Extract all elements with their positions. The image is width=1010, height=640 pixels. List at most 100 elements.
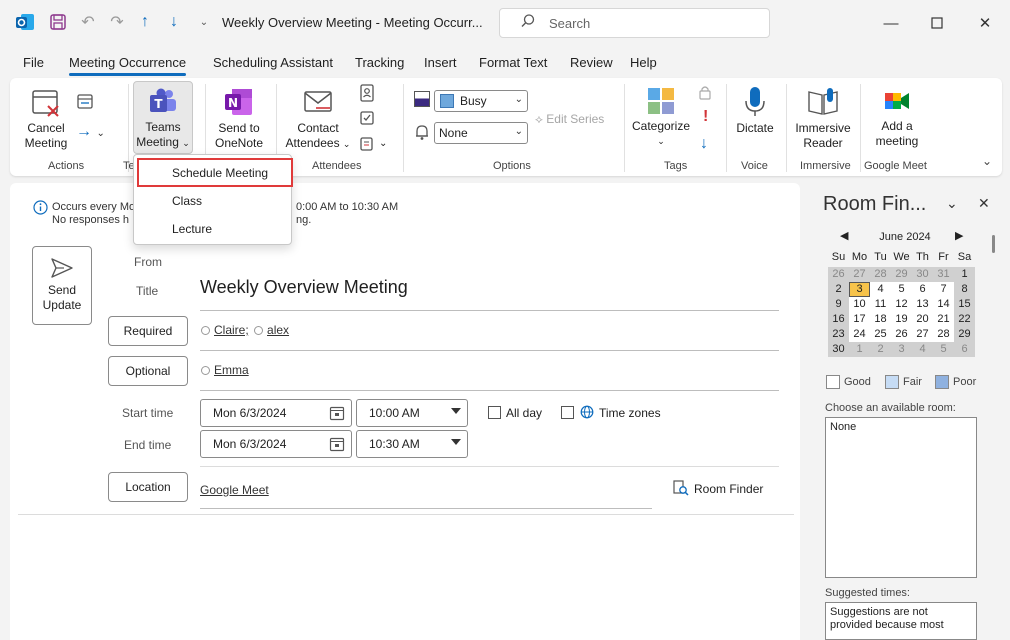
minimize-button[interactable]: — (868, 8, 914, 38)
response-options-icon[interactable]: ⌄ (359, 136, 387, 155)
redo-icon[interactable]: ↷ (106, 11, 128, 33)
calendar-day[interactable]: 21 (933, 312, 954, 327)
attendee-emma[interactable]: Emma (214, 363, 249, 377)
dropdown-item-class[interactable]: Class (172, 194, 202, 208)
calendar-day[interactable]: 4 (870, 282, 891, 297)
calendar-day[interactable]: 29 (954, 327, 975, 342)
calendar-day[interactable]: 31 (933, 267, 954, 282)
tab-scheduling-assistant[interactable]: Scheduling Assistant (213, 55, 333, 70)
optional-button[interactable]: Optional (108, 356, 188, 386)
attendee-claire[interactable]: Claire; (214, 323, 249, 337)
calendar-day[interactable]: 2 (828, 282, 849, 297)
calendar-day[interactable]: 30 (912, 267, 933, 282)
cancel-meeting-button[interactable]: Cancel Meeting (18, 86, 74, 151)
calendar-day[interactable]: 3 (891, 342, 912, 357)
categorize-button[interactable]: Categorize ⌄ (630, 86, 692, 149)
check-names-icon[interactable] (359, 110, 375, 129)
title-input[interactable]: Weekly Overview Meeting (200, 277, 408, 298)
calendar-day[interactable]: 27 (849, 267, 870, 282)
room-item-none[interactable]: None (830, 421, 972, 433)
calendar-day[interactable]: 20 (912, 312, 933, 327)
next-month-icon[interactable]: ▶ (955, 229, 963, 242)
meeting-body-editor[interactable] (18, 517, 794, 637)
close-button[interactable]: ✕ (962, 8, 1008, 38)
calendar-day[interactable]: 23 (828, 327, 849, 342)
end-date-picker[interactable]: Mon 6/3/2024 (200, 430, 352, 458)
prev-month-icon[interactable]: ◀ (840, 229, 848, 242)
calendar-day[interactable]: 12 (891, 297, 912, 312)
tab-file[interactable]: File (23, 55, 44, 70)
send-to-onenote-button[interactable]: N Send to OneNote (210, 86, 268, 151)
collapse-ribbon-icon[interactable]: ⌄ (982, 154, 992, 168)
close-pane-icon[interactable]: ✕ (978, 195, 990, 212)
calendar-day[interactable]: 3 (849, 282, 870, 297)
forward-icon[interactable]: → ⌄ (76, 123, 105, 141)
calendar-day[interactable]: 17 (849, 312, 870, 327)
calendar-day[interactable]: 22 (954, 312, 975, 327)
calendar-day[interactable]: 29 (891, 267, 912, 282)
contact-attendees-button[interactable]: Contact Attendees ⌄ (282, 86, 354, 152)
calendar-day[interactable]: 28 (870, 267, 891, 282)
low-importance-icon[interactable]: ↓ (700, 135, 708, 153)
calendar-day[interactable]: 4 (912, 342, 933, 357)
arrow-down-icon[interactable]: ↓ (163, 11, 185, 33)
calendar-day[interactable]: 1 (849, 342, 870, 357)
calendar-day[interactable]: 11 (870, 297, 891, 312)
immersive-reader-button[interactable]: Immersive Reader (790, 86, 856, 151)
calendar-day[interactable]: 27 (912, 327, 933, 342)
calendar-day[interactable]: 24 (849, 327, 870, 342)
calendar-day[interactable]: 5 (933, 342, 954, 357)
calendar-day[interactable]: 14 (933, 297, 954, 312)
scrollbar-thumb[interactable] (992, 235, 995, 253)
arrow-up-icon[interactable]: ↑ (134, 11, 156, 33)
show-as-select[interactable]: Busy ⌄ (434, 90, 528, 112)
location-input[interactable]: Google Meet (200, 483, 269, 497)
required-attendees[interactable]: Claire; alex (201, 323, 289, 337)
optional-attendees[interactable]: Emma (201, 363, 249, 377)
calendar-day[interactable]: 6 (912, 282, 933, 297)
dictate-button[interactable]: Dictate (730, 86, 780, 136)
calendar-day[interactable]: 10 (849, 297, 870, 312)
calendar-small-icon[interactable] (76, 92, 94, 113)
tab-insert[interactable]: Insert (424, 55, 457, 70)
reminder-select[interactable]: None ⌄ (434, 122, 528, 144)
teams-meeting-button[interactable]: T Teams Meeting ⌄ (133, 81, 193, 154)
pane-options-chevron-icon[interactable]: ⌄ (946, 195, 958, 212)
start-date-picker[interactable]: Mon 6/3/2024 (200, 399, 352, 427)
undo-icon[interactable]: ↶ (77, 11, 99, 33)
calendar-day[interactable]: 28 (933, 327, 954, 342)
save-icon[interactable] (47, 11, 69, 33)
calendar-day[interactable]: 2 (870, 342, 891, 357)
calendar-day[interactable]: 8 (954, 282, 975, 297)
add-meeting-button[interactable]: Add a meeting (866, 86, 928, 149)
calendar-day[interactable]: 26 (828, 267, 849, 282)
calendar-day[interactable]: 18 (870, 312, 891, 327)
calendar-day[interactable]: 7 (933, 282, 954, 297)
required-button[interactable]: Required (108, 316, 188, 346)
location-button[interactable]: Location (108, 472, 188, 502)
maximize-button[interactable] (914, 8, 960, 38)
attendee-alex[interactable]: alex (267, 323, 289, 337)
end-time-select[interactable]: 10:30 AM (356, 430, 468, 458)
dropdown-item-schedule-meeting[interactable]: Schedule Meeting (172, 166, 268, 180)
room-list[interactable]: None (825, 417, 977, 578)
calendar-day[interactable]: 30 (828, 342, 849, 357)
calendar-day[interactable]: 6 (954, 342, 975, 357)
calendar-day[interactable]: 5 (891, 282, 912, 297)
send-update-button[interactable]: Send Update (32, 246, 92, 325)
calendar-day[interactable]: 16 (828, 312, 849, 327)
start-time-select[interactable]: 10:00 AM (356, 399, 468, 427)
tab-tracking[interactable]: Tracking (355, 55, 404, 70)
tab-format-text[interactable]: Format Text (479, 55, 547, 70)
customize-toolbar-icon[interactable]: ⌄ (193, 11, 215, 33)
all-day-checkbox[interactable] (488, 406, 501, 419)
dropdown-item-lecture[interactable]: Lecture (172, 222, 212, 236)
tab-review[interactable]: Review (570, 55, 613, 70)
high-importance-icon[interactable]: ! (703, 108, 708, 126)
calendar-day[interactable]: 13 (912, 297, 933, 312)
calendar-day[interactable]: 1 (954, 267, 975, 282)
calendar-day[interactable]: 19 (891, 312, 912, 327)
search-input[interactable]: Search (499, 8, 770, 38)
time-zones-checkbox[interactable] (561, 406, 574, 419)
address-book-icon[interactable] (359, 84, 375, 105)
